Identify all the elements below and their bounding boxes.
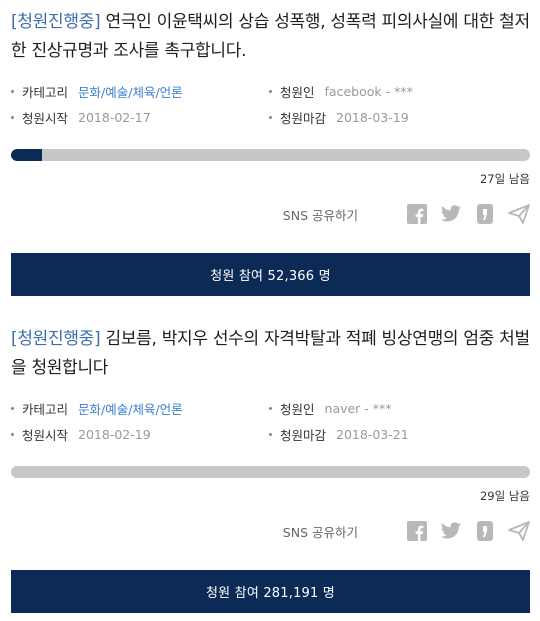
category-label: 카테고리 <box>22 85 69 100</box>
start-date: 2018-02-17 <box>78 110 151 125</box>
kakaostory-icon[interactable] <box>474 203 496 225</box>
category-link[interactable]: 문화/예술/체육/언론 <box>78 82 183 101</box>
progress-bar <box>11 149 530 161</box>
meta-author: 청원인 facebook - *** <box>269 82 413 101</box>
bullet-icon <box>269 433 272 436</box>
bullet-icon <box>11 433 14 436</box>
meta-author: 청원인 naver - *** <box>269 399 392 418</box>
start-label: 청원시작 <box>22 428 69 443</box>
category-link[interactable]: 문화/예술/체육/언론 <box>78 399 183 418</box>
participate-button[interactable]: 청원 참여 52,366 명 <box>11 253 530 296</box>
progress-bar <box>11 466 530 478</box>
bullet-icon <box>269 407 272 410</box>
sns-share: SNS 공유하기 <box>11 201 530 227</box>
sns-share-label: SNS 공유하기 <box>282 524 358 540</box>
author-label: 청원인 <box>280 402 315 417</box>
participate-button[interactable]: 청원 참여 281,191 명 <box>11 570 530 613</box>
facebook-icon[interactable] <box>406 520 428 542</box>
twitter-icon[interactable] <box>440 520 462 542</box>
meta-end: 청원마감 2018-03-21 <box>269 425 409 444</box>
bullet-icon <box>11 116 14 119</box>
author-value: facebook - *** <box>324 84 413 99</box>
progress-fill <box>11 149 43 161</box>
end-label: 청원마감 <box>280 428 327 443</box>
send-icon[interactable] <box>508 203 530 225</box>
end-date: 2018-03-21 <box>336 427 409 442</box>
end-date: 2018-03-19 <box>336 110 409 125</box>
author-value: naver - *** <box>324 401 392 416</box>
petition-title[interactable]: [청원진행중] 김보름, 박지우 선수의 자격박탈과 적폐 빙상연맹의 엄중 처… <box>11 325 530 383</box>
start-date: 2018-02-19 <box>78 427 151 442</box>
meta-start: 청원시작 2018-02-19 <box>11 425 151 444</box>
bullet-icon <box>269 116 272 119</box>
end-label: 청원마감 <box>280 111 327 126</box>
bullet-icon <box>269 90 272 93</box>
days-left: 27일 남음 <box>479 172 530 186</box>
petition-meta: 카테고리 문화/예술/체육/언론 청원인 naver - *** 청원시작 20… <box>11 399 530 455</box>
progress-fill <box>11 466 530 478</box>
bullet-icon <box>11 407 14 410</box>
meta-category: 카테고리 문화/예술/체육/언론 <box>11 399 183 418</box>
petition-card: [청원진행중] 연극인 이윤택씨의 상습 성폭행, 성폭력 피의사실에 대한 철… <box>11 8 530 296</box>
twitter-icon[interactable] <box>440 203 462 225</box>
send-icon[interactable] <box>508 520 530 542</box>
petition-title[interactable]: [청원진행중] 연극인 이윤택씨의 상습 성폭행, 성폭력 피의사실에 대한 철… <box>11 8 530 66</box>
meta-start: 청원시작 2018-02-17 <box>11 108 151 127</box>
facebook-icon[interactable] <box>406 203 428 225</box>
meta-end: 청원마감 2018-03-19 <box>269 108 409 127</box>
start-label: 청원시작 <box>22 111 69 126</box>
petition-meta: 카테고리 문화/예술/체육/언론 청원인 facebook - *** 청원시작… <box>11 82 530 138</box>
sns-share-label: SNS 공유하기 <box>282 207 358 223</box>
bullet-icon <box>11 90 14 93</box>
sns-share: SNS 공유하기 <box>11 518 530 544</box>
kakaostory-icon[interactable] <box>474 520 496 542</box>
days-left: 29일 남음 <box>479 489 530 503</box>
author-label: 청원인 <box>280 85 315 100</box>
petition-card: [청원진행중] 김보름, 박지우 선수의 자격박탈과 적폐 빙상연맹의 엄중 처… <box>11 325 530 613</box>
meta-category: 카테고리 문화/예술/체육/언론 <box>11 82 183 101</box>
status-badge: [청원진행중] <box>11 12 101 32</box>
category-label: 카테고리 <box>22 402 69 417</box>
status-badge: [청원진행중] <box>11 329 101 349</box>
